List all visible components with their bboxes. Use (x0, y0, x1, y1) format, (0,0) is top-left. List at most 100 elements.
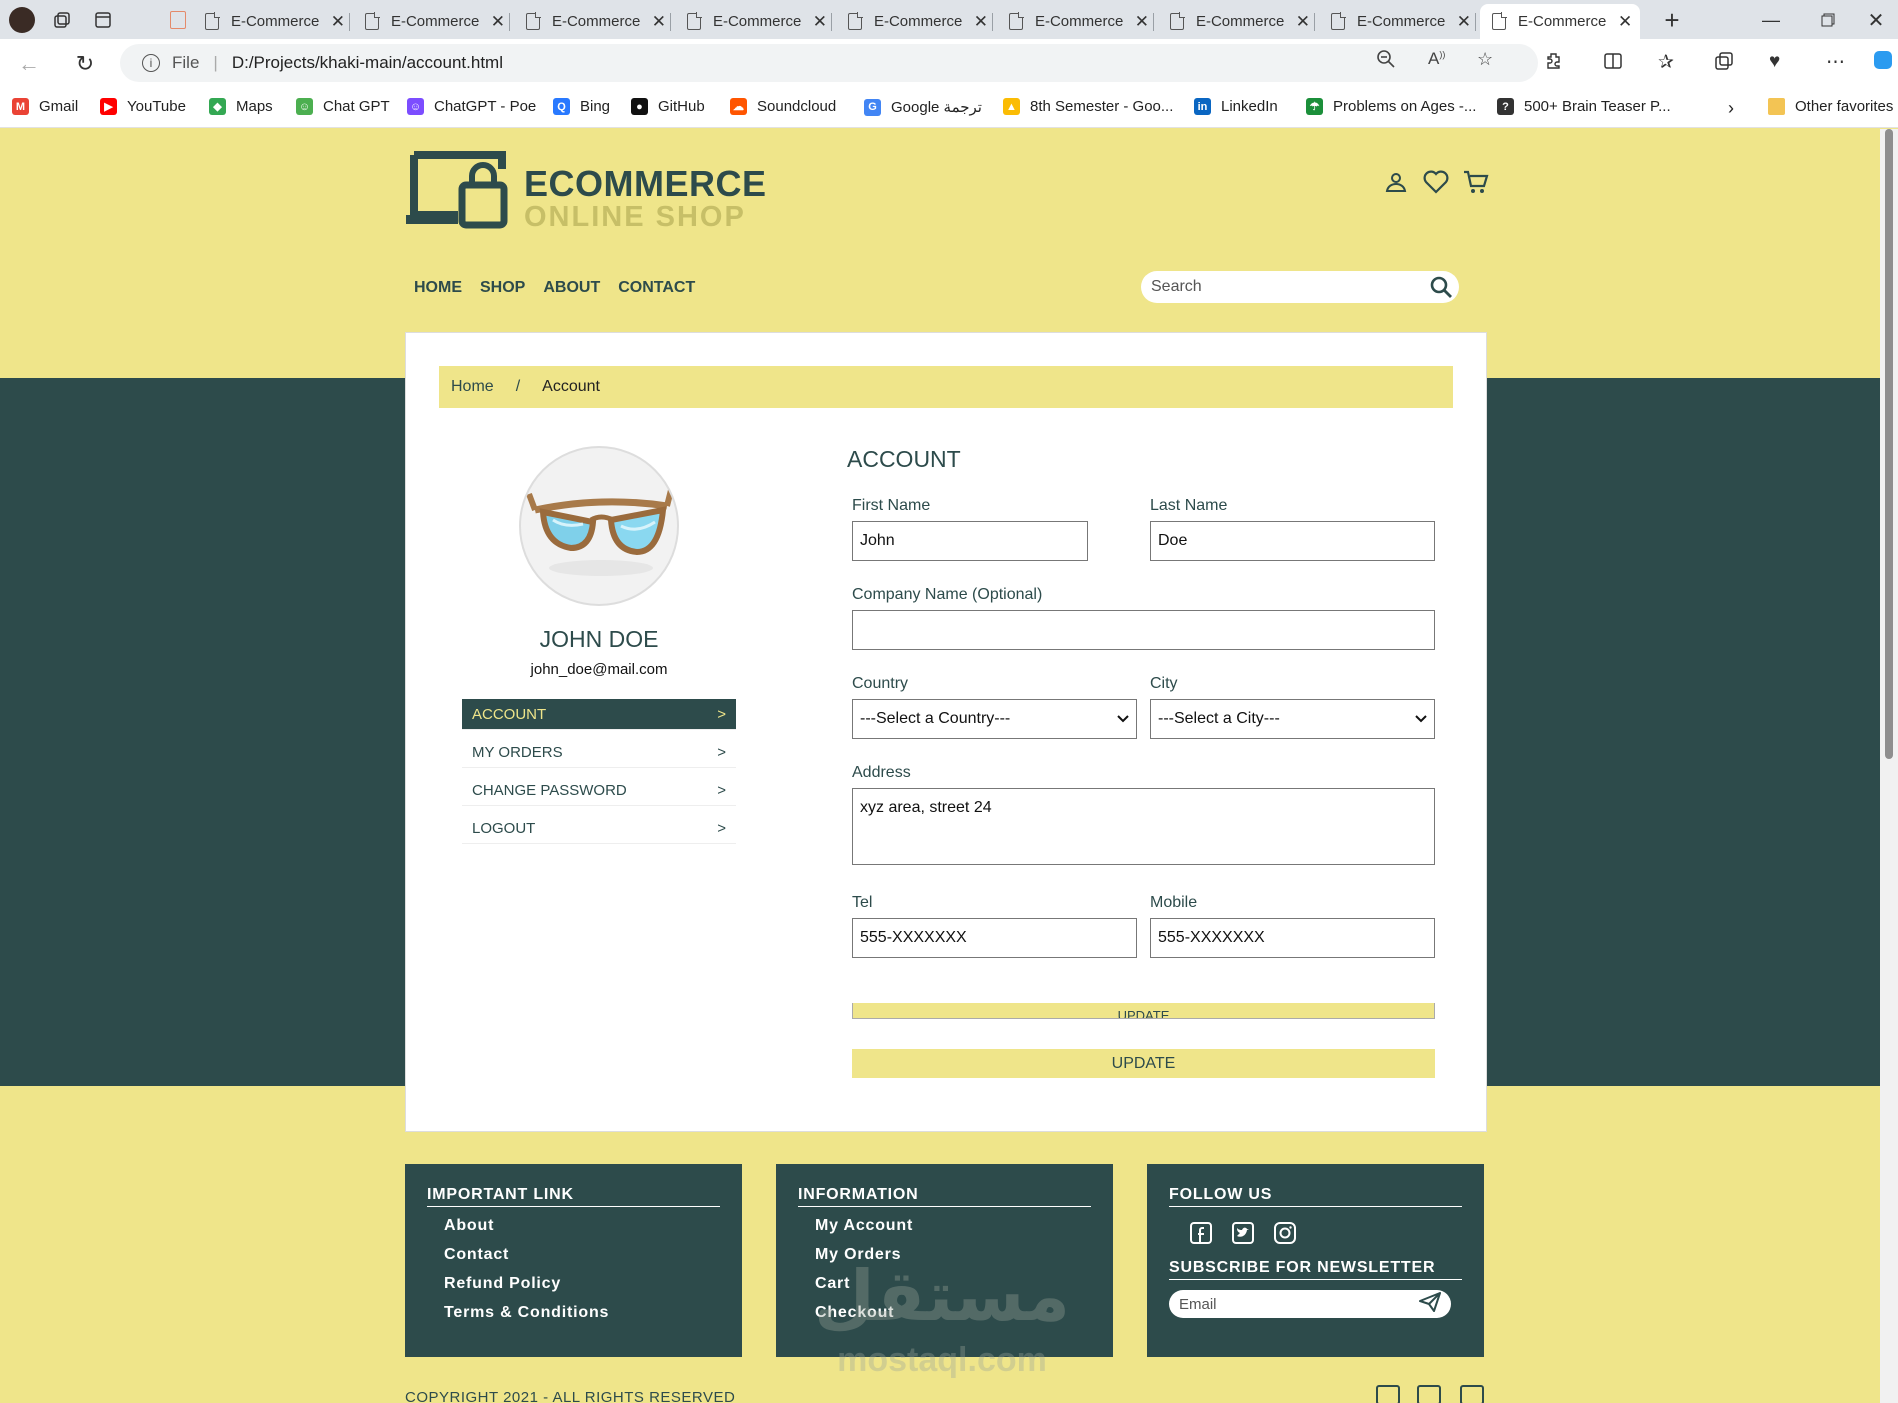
send-icon[interactable] (1419, 1291, 1441, 1317)
bookmark-favicon-icon: ☺ (296, 98, 313, 115)
twitter-icon[interactable] (1231, 1221, 1255, 1245)
new-tab-icon[interactable]: + (1658, 5, 1686, 35)
copilot-icon[interactable] (1874, 51, 1892, 69)
close-tab-icon[interactable]: ✕ (652, 12, 666, 32)
bookmark-item[interactable]: ☁ Soundcloud (730, 98, 836, 115)
browser-tab[interactable]: E-Commerce ✕ (675, 4, 832, 39)
footer-link-about[interactable]: About (444, 1217, 720, 1235)
wishlist-heart-icon[interactable] (1423, 169, 1449, 195)
browser-tab[interactable]: E-Commerce ✕ (997, 4, 1154, 39)
favorites-icon[interactable]: ✰ (1658, 51, 1674, 74)
scrollbar-thumb[interactable] (1885, 129, 1893, 759)
cart-icon[interactable] (1463, 169, 1489, 195)
city-select[interactable]: ---Select a City--- (1150, 699, 1435, 739)
extensions-icon[interactable] (1544, 51, 1564, 77)
update-button[interactable]: UPDATE (852, 1049, 1435, 1078)
bookmark-item[interactable]: G Google ترجمة (864, 98, 982, 116)
more-menu-icon[interactable]: ⋯ (1826, 51, 1845, 74)
bookmark-item[interactable]: ◆ Maps (209, 98, 273, 115)
close-tab-icon[interactable]: ✕ (974, 12, 988, 32)
bookmark-item[interactable]: ● GitHub (631, 98, 705, 115)
facebook-icon[interactable] (1189, 1221, 1213, 1245)
footer-link-terms[interactable]: Terms & Conditions (444, 1304, 720, 1322)
browser-tab[interactable]: E-Commerce ✕ (514, 4, 671, 39)
footer-heading: INFORMATION (798, 1186, 1091, 1207)
close-tab-icon[interactable]: ✕ (491, 12, 505, 32)
tab-actions-icon[interactable] (89, 6, 117, 34)
last-name-field[interactable] (1150, 521, 1435, 561)
restore-icon[interactable] (1814, 6, 1842, 34)
workspaces-icon[interactable] (48, 6, 76, 34)
url-field[interactable]: i File | D:/Projects/khaki-main/account.… (120, 44, 1538, 82)
browser-tab[interactable]: E-Commerce ✕ (1480, 4, 1640, 39)
close-tab-icon[interactable]: ✕ (1296, 12, 1310, 32)
bookmarks-overflow-icon[interactable]: › (1728, 98, 1734, 119)
footer-link-contact[interactable]: Contact (444, 1246, 720, 1264)
company-field[interactable] (852, 610, 1435, 650)
update-button-overlapped[interactable]: UPDATE (852, 1003, 1435, 1019)
bookmark-item[interactable]: ☺ Chat GPT (296, 98, 390, 115)
nav-shop[interactable]: SHOP (480, 279, 525, 297)
bookmark-favicon-icon: ◆ (209, 98, 226, 115)
country-select[interactable]: ---Select a Country--- (852, 699, 1137, 739)
close-tab-icon[interactable]: ✕ (331, 12, 345, 32)
refresh-icon[interactable]: ↻ (70, 49, 100, 79)
user-icon[interactable] (1383, 169, 1409, 195)
minimize-icon[interactable]: — (1757, 6, 1785, 34)
site-logo[interactable]: ECOMMERCE ONLINE SHOP (406, 149, 766, 233)
bookmark-item[interactable]: ☂ Problems on Ages -... (1306, 98, 1476, 115)
browser-tab[interactable]: E-Commerce ✕ (1319, 4, 1476, 39)
close-tab-icon[interactable]: ✕ (1457, 12, 1471, 32)
close-window-icon[interactable]: ✕ (1862, 6, 1890, 34)
tel-field[interactable] (852, 918, 1137, 958)
search-input[interactable] (1141, 278, 1411, 296)
bookmark-item[interactable]: ▶ YouTube (100, 98, 186, 115)
browser-tab[interactable]: E-Commerce ✕ (193, 4, 350, 39)
nav-home[interactable]: HOME (414, 279, 462, 297)
close-tab-icon[interactable]: ✕ (813, 12, 827, 32)
favorite-star-icon[interactable]: ☆ (1477, 49, 1493, 70)
nav-about[interactable]: ABOUT (543, 279, 600, 297)
logo-subtitle: ONLINE SHOP (524, 201, 746, 233)
browser-tab[interactable]: E-Commerce ✕ (836, 4, 993, 39)
profile-avatar[interactable] (8, 6, 36, 34)
browser-tab[interactable]: E-Commerce ✕ (353, 4, 510, 39)
breadcrumb-home[interactable]: Home (451, 378, 494, 396)
bookmark-item[interactable]: in LinkedIn (1194, 98, 1278, 115)
bookmark-item[interactable]: Q Bing (553, 98, 610, 115)
back-icon[interactable]: ← (14, 49, 44, 79)
close-tab-icon[interactable]: ✕ (1618, 12, 1632, 32)
other-favorites[interactable]: Other favorites (1768, 98, 1893, 115)
bookmark-item[interactable]: M Gmail (12, 98, 78, 115)
side-menu-my-orders[interactable]: MY ORDERS > (462, 737, 736, 768)
read-aloud-icon[interactable]: A)) (1428, 49, 1445, 69)
footer-heading: FOLLOW US (1169, 1186, 1462, 1207)
address-textarea[interactable]: xyz area, street 24 (852, 788, 1435, 865)
page-scrollbar[interactable] (1880, 129, 1898, 1403)
collections-icon[interactable] (1714, 51, 1734, 77)
browser-essentials-icon[interactable]: ♥ (1769, 51, 1780, 73)
bookmark-item[interactable]: ? 500+ Brain Teaser P... (1497, 98, 1671, 115)
footer-link-refund-policy[interactable]: Refund Policy (444, 1275, 720, 1293)
close-tab-icon[interactable]: ✕ (1135, 12, 1149, 32)
mobile-field[interactable] (1150, 918, 1435, 958)
site-info-icon[interactable]: i (142, 54, 160, 72)
first-name-field[interactable] (852, 521, 1088, 561)
bookmark-item[interactable]: ▲ 8th Semester - Goo... (1003, 98, 1173, 115)
search-icon[interactable] (1429, 275, 1453, 304)
footer-link-my-account[interactable]: My Account (815, 1217, 1091, 1235)
nav-contact[interactable]: CONTACT (618, 279, 695, 297)
zoom-icon[interactable] (1376, 49, 1396, 74)
breadcrumb: Home / Account (439, 366, 1453, 408)
side-menu-account[interactable]: ACCOUNT > (462, 699, 736, 730)
side-menu-change-password[interactable]: CHANGE PASSWORD > (462, 775, 736, 806)
pinned-tab-icon[interactable] (164, 6, 192, 34)
watermark-arabic: مستقل (813, 1255, 1070, 1337)
instagram-icon[interactable] (1273, 1221, 1297, 1245)
newsletter-email-input[interactable] (1179, 1295, 1399, 1313)
bookmark-item[interactable]: ☺ ChatGPT - Poe (407, 98, 536, 115)
browser-tab[interactable]: E-Commerce ✕ (1158, 4, 1315, 39)
side-menu-logout[interactable]: LOGOUT > (462, 813, 736, 844)
site-search (1141, 271, 1459, 303)
split-screen-icon[interactable] (1603, 51, 1623, 77)
